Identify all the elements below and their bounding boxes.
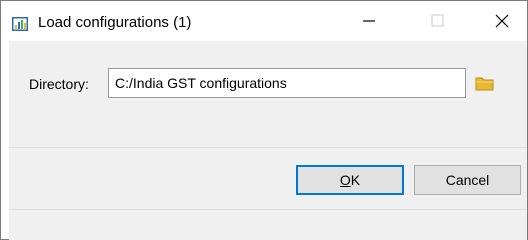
status-bar — [9, 210, 527, 240]
folder-icon[interactable] — [475, 75, 495, 91]
ok-label-rest: K — [350, 172, 361, 188]
maximize-button[interactable] — [414, 1, 460, 41]
close-icon — [495, 14, 509, 28]
window-title: Load configurations (1) — [38, 14, 192, 31]
ok-button[interactable]: OK — [296, 165, 404, 195]
ok-access-key: O — [339, 172, 351, 188]
minimize-icon — [363, 20, 375, 22]
load-configurations-dialog: Load configurations (1) Directory: C:/In… — [0, 0, 528, 240]
title-bar[interactable]: Load configurations (1) — [1, 1, 527, 41]
app-icon — [12, 17, 28, 31]
separator-line — [9, 147, 527, 148]
close-button[interactable] — [479, 1, 525, 41]
directory-label: Directory: — [29, 76, 89, 92]
cancel-button[interactable]: Cancel — [414, 165, 521, 195]
maximize-icon — [431, 14, 444, 27]
minimize-button[interactable] — [346, 1, 392, 41]
directory-input[interactable]: C:/India GST configurations — [108, 68, 466, 98]
